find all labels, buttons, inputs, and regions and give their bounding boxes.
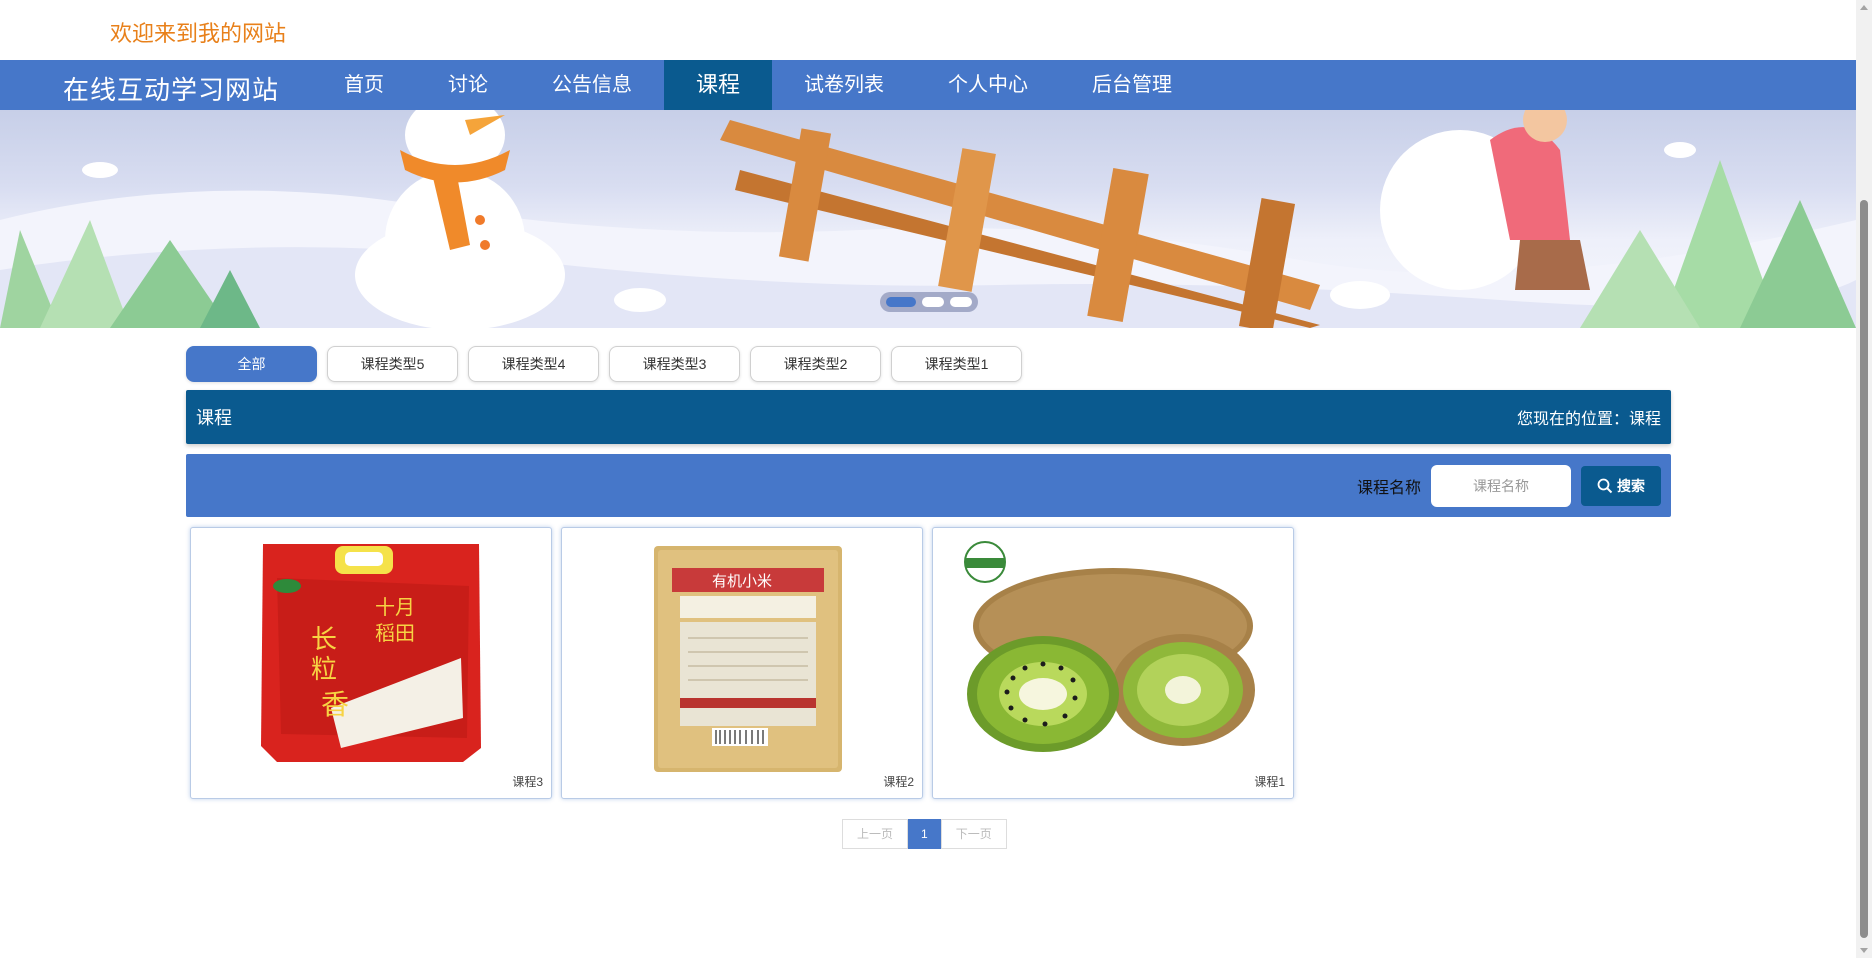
course-name: 课程3 [512,775,543,789]
svg-text:十月: 十月 [375,595,415,619]
course-card[interactable]: 有机小米 课程2 [561,527,923,799]
nav-item-admin[interactable]: 后台管理 [1060,60,1204,110]
search-button-label: 搜索 [1617,477,1645,494]
course-card[interactable]: 课程1 [932,527,1294,799]
search-bar: 课程名称 搜索 [186,454,1671,517]
svg-text:香: 香 [321,688,349,721]
main-nav: 在线互动学习网站 首页 讨论 公告信息 课程 试卷列表 个人中心 后台管理 [0,60,1856,110]
scroll-down-arrow-icon[interactable] [1860,948,1868,953]
kiwi-fruit-image [964,541,1255,752]
welcome-bar: 欢迎来到我的网站 [0,0,1856,60]
course-name: 课程2 [883,775,914,789]
pagination: 上一页 1 下一页 [842,819,1007,849]
nav-items: 首页 讨论 公告信息 课程 试卷列表 个人中心 后台管理 [312,60,1204,110]
category-filter: 全部 课程类型5 课程类型4 课程类型3 课程类型2 课程类型1 [186,346,1671,382]
millet-package-image: 有机小米 [654,546,842,772]
category-type4-button[interactable]: 课程类型4 [468,346,599,382]
category-type2-button[interactable]: 课程类型2 [750,346,881,382]
section-title-bar: 课程 您现在的位置：课程 [186,390,1671,444]
course-card[interactable]: 长 粒 香 十月 稻田 课程3 [190,527,552,799]
section-title: 课程 [196,408,232,428]
carousel-dot-2[interactable] [922,297,944,307]
svg-text:长: 长 [311,625,337,655]
scrollbar-thumb[interactable] [1860,200,1868,938]
vertical-scrollbar[interactable] [1856,0,1872,958]
search-button[interactable]: 搜索 [1581,465,1661,506]
category-type5-button[interactable]: 课程类型5 [327,346,458,382]
course-content: 全部 课程类型5 课程类型4 课程类型3 课程类型2 课程类型1 课程 您现在的… [186,346,1671,849]
site-title[interactable]: 在线互动学习网站 [63,70,279,107]
search-icon [1597,478,1613,493]
nav-item-discussion[interactable]: 讨论 [416,60,520,110]
nav-item-personal-center[interactable]: 个人中心 [916,60,1060,110]
svg-text:有机小米: 有机小米 [712,572,772,590]
nav-item-home[interactable]: 首页 [312,60,416,110]
breadcrumb: 您现在的位置：课程 [1516,411,1661,428]
category-all-button[interactable]: 全部 [186,346,317,382]
category-type1-button[interactable]: 课程类型1 [891,346,1022,382]
carousel-dot-3[interactable] [950,297,972,307]
carousel-indicators [880,292,978,312]
search-label: 课程名称 [1356,479,1421,497]
svg-text:稻田: 稻田 [375,621,415,645]
page-button-current[interactable]: 1 [908,819,941,849]
nav-item-announcements[interactable]: 公告信息 [520,60,664,110]
course-name: 课程1 [1254,775,1285,789]
category-type3-button[interactable]: 课程类型3 [609,346,740,382]
next-page-button[interactable]: 下一页 [940,819,1007,849]
prev-page-button[interactable]: 上一页 [842,819,909,849]
svg-text:粒: 粒 [311,655,337,685]
carousel-dot-1[interactable] [886,297,916,307]
welcome-text: 欢迎来到我的网站 [110,21,287,46]
course-grid: 长 粒 香 十月 稻田 课程3 有机小米 课程2 课程1 [186,527,1671,799]
page: 欢迎来到我的网站 在线互动学习网站 首页 讨论 公告信息 课程 试卷列表 个人中… [0,0,1856,958]
nav-item-courses[interactable]: 课程 [664,60,773,110]
banner-carousel[interactable] [0,110,1856,328]
nav-item-exam-list[interactable]: 试卷列表 [772,60,916,110]
rice-bag-image: 长 粒 香 十月 稻田 [261,544,481,762]
scroll-up-arrow-icon[interactable] [1860,5,1868,10]
course-name-search-input[interactable] [1431,464,1571,507]
